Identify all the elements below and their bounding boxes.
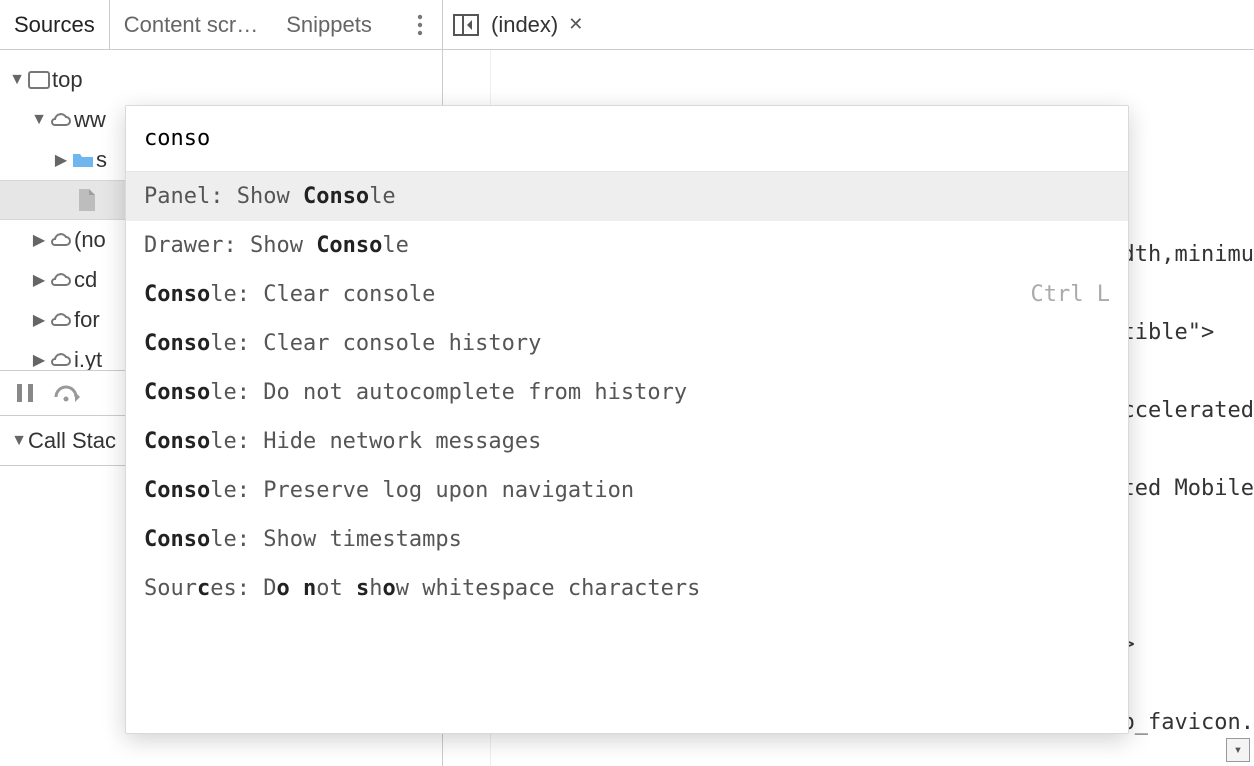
command-palette-item[interactable]: Panel: Show Console	[126, 172, 1128, 221]
cloud-icon	[48, 231, 74, 249]
chevron-right-icon: ▶	[30, 230, 48, 250]
cloud-icon	[48, 311, 74, 329]
chevron-right-icon: ▶	[30, 310, 48, 330]
folder-icon	[70, 151, 96, 169]
tree-top[interactable]: ▼ top	[0, 60, 442, 100]
cloud-icon	[48, 351, 74, 369]
tree-label: cd	[74, 267, 97, 293]
command-palette-shortcut: Ctrl L	[1031, 282, 1110, 307]
chevron-right-icon: ▶	[30, 350, 48, 370]
tree-label: (no	[74, 227, 106, 253]
command-palette-item-label: Drawer: Show Console	[144, 233, 409, 258]
chevron-right-icon: ▶	[30, 270, 48, 290]
code-overflow: dth,minimu tible"> ccelerated ted Mobile…	[1122, 190, 1254, 766]
command-palette-input[interactable]	[126, 106, 1128, 172]
command-palette-item[interactable]: Console: Clear console history	[126, 319, 1128, 368]
editor-tabbar: (index) ✕	[443, 0, 1254, 50]
command-palette-item[interactable]: Console: Do not autocomplete from histor…	[126, 368, 1128, 417]
tree-label: for	[74, 307, 100, 333]
tab-snippets[interactable]: Snippets	[272, 0, 386, 49]
command-palette-item-label: Panel: Show Console	[144, 184, 396, 209]
command-palette-item[interactable]: Console: Preserve log upon navigation	[126, 466, 1128, 515]
tabs-overflow-icon[interactable]	[408, 14, 432, 36]
command-palette-item-label: Console: Show timestamps	[144, 527, 462, 552]
command-palette-item[interactable]: Sources: Do not show whitespace characte…	[126, 564, 1128, 613]
command-palette-item-label: Console: Do not autocomplete from histor…	[144, 380, 687, 405]
tree-label: top	[52, 67, 83, 93]
tab-sources[interactable]: Sources	[0, 0, 110, 49]
cloud-icon	[48, 111, 74, 129]
chevron-down-icon: ▼	[8, 71, 26, 89]
close-icon[interactable]: ✕	[568, 14, 583, 35]
command-palette-item[interactable]: Console: Clear console Ctrl L	[126, 270, 1128, 319]
toggle-navigator-icon[interactable]	[453, 14, 479, 36]
cloud-icon	[48, 271, 74, 289]
panel-tabs: Sources Content scr… Snippets	[0, 0, 442, 50]
file-icon	[74, 188, 100, 212]
pause-icon[interactable]	[16, 383, 34, 403]
step-over-icon[interactable]	[54, 383, 82, 403]
chevron-down-icon: ▼	[30, 111, 48, 129]
command-palette: Panel: Show Console Drawer: Show Console C…	[125, 105, 1129, 734]
command-palette-item[interactable]: Drawer: Show Console	[126, 221, 1128, 270]
callstack-label: Call Stac	[28, 428, 116, 454]
command-palette-item-label: Console: Clear console	[144, 282, 435, 307]
chevron-down-icon: ▼	[10, 432, 28, 450]
command-palette-item-label: Console: Preserve log upon navigation	[144, 478, 634, 503]
file-tab-index[interactable]: (index) ✕	[491, 12, 583, 38]
command-palette-item-label: Console: Clear console history	[144, 331, 541, 356]
frame-icon	[26, 71, 52, 89]
command-palette-item-label: Console: Hide network messages	[144, 429, 541, 454]
tree-label: s	[96, 147, 107, 173]
command-palette-item-label: Sources: Do not show whitespace characte…	[144, 576, 700, 601]
tree-label: i.yt	[74, 347, 102, 370]
chevron-right-icon: ▶	[52, 150, 70, 170]
file-tab-label: (index)	[491, 12, 558, 38]
tree-label: ww	[74, 107, 106, 133]
command-palette-item[interactable]: Console: Show timestamps	[126, 515, 1128, 564]
scroll-to-bottom-icon[interactable]: ▾	[1226, 738, 1250, 762]
command-palette-item[interactable]: Console: Hide network messages	[126, 417, 1128, 466]
tab-content-scripts[interactable]: Content scr…	[110, 0, 273, 49]
